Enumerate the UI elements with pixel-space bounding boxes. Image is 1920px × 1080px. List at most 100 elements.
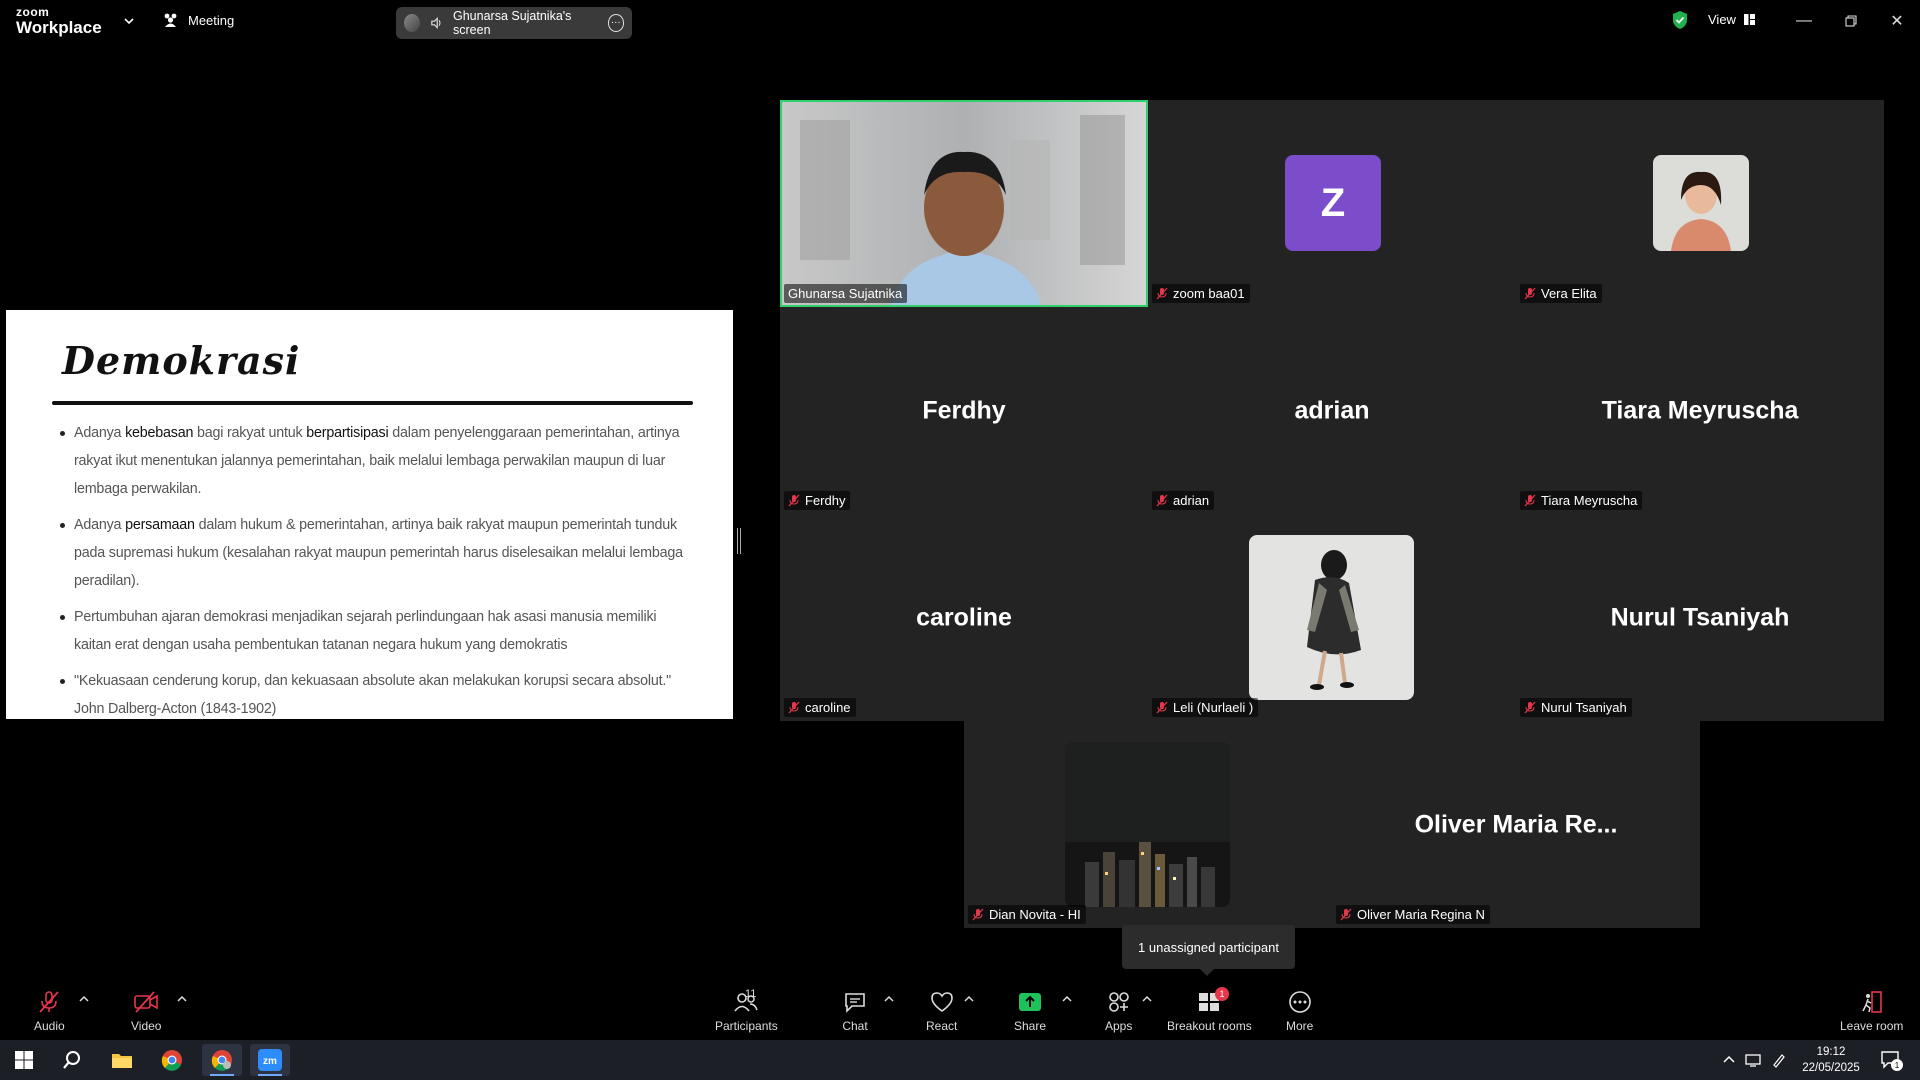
participant-gallery: Ghunarsa Sujatnika Z zoom baa01 Vera Eli…: [780, 100, 1884, 721]
participant-tile[interactable]: Dian Novita - HI: [964, 721, 1332, 928]
mic-muted-icon: [788, 701, 800, 714]
slide-bullet: Adanya kebebasan bagi rakyat untuk berpa…: [60, 419, 685, 503]
audio-label: Audio: [34, 1019, 65, 1033]
participant-name-label: Tiara Meyruscha: [1520, 491, 1643, 510]
participant-display-name: Nurul Tsaniyah: [1610, 603, 1790, 631]
apps-button[interactable]: Apps: [1105, 990, 1132, 1033]
search-icon[interactable]: [52, 1044, 92, 1076]
meeting-toolbar: Audio Video 11 Participants Chat React S…: [0, 980, 1920, 1040]
chevron-up-icon[interactable]: [963, 994, 975, 1004]
participant-display-name: Ferdhy: [922, 396, 1006, 424]
breakout-rooms-button[interactable]: 1 Breakout rooms: [1167, 987, 1252, 1033]
participant-name-label: Oliver Maria Regina N: [1336, 905, 1490, 924]
participant-tile[interactable]: Oliver Maria Re... Oliver Maria Regina N: [1332, 721, 1700, 928]
participant-tile[interactable]: Vera Elita: [1516, 100, 1884, 307]
mic-muted-icon: [1156, 701, 1168, 714]
react-button[interactable]: React: [926, 990, 957, 1033]
slide-bullet: Pertumbuhan ajaran demokrasi menjadikan …: [60, 603, 685, 659]
close-icon[interactable]: ✕: [1886, 10, 1908, 32]
chevron-up-icon[interactable]: [1721, 1052, 1737, 1068]
mic-muted-icon: [972, 908, 984, 921]
unassigned-participant-tooltip: 1 unassigned participant: [1122, 925, 1295, 976]
participant-tile[interactable]: Leli (Nurlaeli ): [1148, 514, 1516, 721]
video-off-icon: [134, 991, 159, 1013]
slide-bullets: Adanya kebebasan bagi rakyat untuk berpa…: [60, 419, 685, 723]
chat-label: Chat: [842, 1019, 868, 1033]
chevron-up-icon[interactable]: [78, 994, 90, 1004]
participant-name-label: Dian Novita - HI: [968, 905, 1086, 924]
video-label: Video: [131, 1019, 162, 1033]
meeting-label: Meeting: [188, 12, 235, 28]
title-bar: zoom Workplace Meeting Ghunarsa Sujatnik…: [0, 0, 1920, 44]
share-screen-icon: [1019, 993, 1042, 1011]
participants-button[interactable]: 11 Participants: [715, 988, 778, 1033]
slide-bullet: Adanya persamaan dalam hukum & pemerinta…: [60, 511, 685, 595]
chevron-down-icon[interactable]: [122, 14, 136, 28]
participant-tile[interactable]: Nurul Tsaniyah Nurul Tsaniyah: [1516, 514, 1884, 721]
participant-tile[interactable]: Z zoom baa01: [1148, 100, 1516, 307]
more-icon: [1288, 991, 1311, 1013]
participant-tile[interactable]: adrian adrian: [1148, 307, 1516, 514]
participant-display-name: caroline: [916, 603, 1012, 631]
participant-name-label: Leli (Nurlaeli ): [1152, 698, 1259, 717]
people-icon: [164, 13, 177, 27]
view-label: View: [1708, 12, 1736, 27]
chrome-icon[interactable]: [152, 1044, 192, 1076]
windows-taskbar: zm 19:12 22/05/2025 1: [0, 1040, 1920, 1080]
presenter-avatar: [404, 14, 421, 32]
participants-count: 11: [745, 988, 757, 1000]
leave-room-label: Leave room: [1840, 1019, 1904, 1033]
video-button[interactable]: Video: [131, 990, 161, 1033]
participant-tile[interactable]: Ghunarsa Sujatnika: [780, 100, 1148, 307]
participants-label: Participants: [715, 1019, 778, 1033]
zoom-app-icon[interactable]: zm: [250, 1044, 290, 1076]
participant-tile[interactable]: Ferdhy Ferdhy: [780, 307, 1148, 514]
split-resize-handle[interactable]: [737, 528, 741, 554]
logo-zoom-text: zoom: [16, 5, 50, 19]
windows-start-icon[interactable]: [4, 1044, 44, 1076]
leave-room-button[interactable]: Leave room: [1840, 990, 1903, 1033]
screen-share-indicator[interactable]: Ghunarsa Sujatnika's screen ···: [396, 7, 632, 39]
chevron-up-icon[interactable]: [883, 994, 895, 1004]
encryption-shield-icon[interactable]: [1671, 10, 1689, 30]
chat-button[interactable]: Chat: [842, 990, 868, 1033]
chevron-up-icon[interactable]: [176, 994, 188, 1004]
network-icon[interactable]: [1745, 1052, 1761, 1068]
audio-button[interactable]: Audio: [34, 990, 65, 1033]
participant-display-name: Oliver Maria Re...: [1414, 810, 1618, 838]
react-label: React: [926, 1019, 958, 1033]
participant-tile[interactable]: Tiara Meyruscha Tiara Meyruscha: [1516, 307, 1884, 514]
restore-icon[interactable]: [1840, 10, 1862, 32]
participant-tile[interactable]: caroline caroline: [780, 514, 1148, 721]
slide-divider: [52, 401, 693, 405]
taskbar-clock[interactable]: 19:12 22/05/2025: [1796, 1044, 1866, 1076]
pen-icon[interactable]: [1771, 1052, 1787, 1068]
breakout-label: Breakout rooms: [1167, 1019, 1252, 1033]
more-button[interactable]: More: [1286, 990, 1313, 1033]
meeting-menu[interactable]: Meeting: [162, 12, 234, 28]
svg-text:zm: zm: [263, 1056, 277, 1067]
mic-muted-icon: [788, 494, 800, 507]
chevron-up-icon[interactable]: [1061, 994, 1073, 1004]
clock-time: 19:12: [1816, 1046, 1846, 1058]
chrome-profile-icon[interactable]: [202, 1044, 242, 1076]
view-button[interactable]: View: [1708, 12, 1755, 27]
participant-name-label: Nurul Tsaniyah: [1520, 698, 1632, 717]
more-label: More: [1286, 1019, 1314, 1033]
minimize-icon[interactable]: —: [1793, 10, 1815, 32]
logo-workplace-text: Workplace: [16, 18, 102, 37]
mic-muted-icon: [1156, 287, 1168, 300]
zoom-logo: zoom Workplace: [16, 6, 102, 36]
file-explorer-icon[interactable]: [102, 1044, 142, 1076]
shared-screen-slide: Demokrasi Adanya kebebasan bagi rakyat u…: [6, 310, 733, 719]
chevron-up-icon[interactable]: [1141, 994, 1153, 1004]
participant-display-name: adrian: [1294, 396, 1370, 424]
more-options-icon[interactable]: ···: [607, 14, 624, 32]
heart-icon: [930, 992, 953, 1012]
share-button[interactable]: Share: [1014, 990, 1046, 1033]
participant-name-label: Vera Elita: [1520, 284, 1602, 303]
mic-muted-icon: [1524, 287, 1536, 300]
participant-video: [780, 100, 1148, 307]
notification-center-icon[interactable]: 1: [1880, 1050, 1903, 1071]
apps-label: Apps: [1105, 1019, 1133, 1033]
